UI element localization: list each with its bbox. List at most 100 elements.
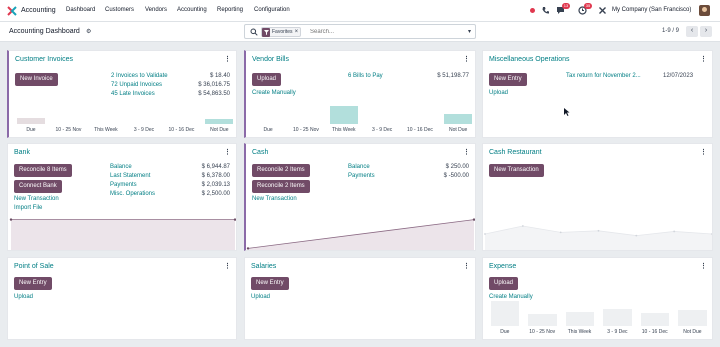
card-title[interactable]: Miscellaneous Operations (489, 56, 570, 63)
control-panel: Accounting Dashboard ⚙ Favorites × ▾ 1-9… (0, 22, 720, 42)
graph-label: 10 - 16 Dec (641, 329, 668, 335)
unpaid-invoices-link[interactable]: 72 Unpaid Invoices (111, 82, 162, 88)
filter-icon (262, 27, 270, 37)
graph-bar[interactable] (640, 313, 669, 326)
messages-badge: 13 (562, 3, 570, 9)
activities-badge: 35 (584, 3, 592, 9)
card-options-icon[interactable]: ⋮ (463, 262, 470, 270)
graph-area (485, 226, 712, 250)
graph-label: 10 - 25 Nov (293, 127, 319, 133)
card-options-icon[interactable]: ⋮ (463, 55, 470, 63)
top-navbar: Accounting Dashboard Customers Vendors A… (0, 0, 720, 22)
graph-bar[interactable] (443, 114, 473, 124)
graph-point[interactable] (597, 229, 600, 232)
remove-facet-icon[interactable]: × (295, 29, 301, 35)
graph-bar[interactable] (329, 106, 359, 124)
apps-menu-icon[interactable] (7, 6, 17, 16)
search-options-toggle-icon[interactable]: ▾ (468, 28, 471, 35)
graph-bar[interactable] (678, 310, 707, 326)
create-manually-link[interactable]: Create Manually (489, 294, 533, 300)
graph-area (11, 219, 235, 250)
graph-point[interactable] (521, 225, 524, 227)
graph-label: 3 - 9 Dec (372, 127, 393, 133)
invoices-to-validate-link[interactable]: 2 Invoices to Validate (111, 73, 168, 79)
card-options-icon[interactable]: ⋮ (224, 55, 231, 63)
graph-point[interactable] (711, 233, 713, 235)
graph-label: Not Due (449, 127, 468, 133)
new-entry-button[interactable]: New Entry (251, 277, 289, 290)
card-options-icon[interactable]: ⋮ (224, 262, 231, 270)
search-input[interactable] (310, 27, 460, 37)
bills-to-pay-amount: $ 51,198.77 (437, 73, 469, 79)
facet-label: Favorites (272, 29, 293, 35)
upload-button[interactable]: Upload (489, 277, 519, 290)
pager-next-button[interactable]: › (700, 26, 712, 37)
card-title[interactable]: Point of Sale (14, 263, 54, 270)
phone-icon[interactable] (541, 6, 550, 15)
entry-link[interactable]: Tax return for November 2... (566, 73, 641, 79)
graph-point[interactable] (246, 247, 250, 250)
new-entry-button[interactable]: New Entry (489, 73, 527, 86)
app-name[interactable]: Accounting (21, 7, 56, 14)
menu-dashboard[interactable]: Dashboard (66, 7, 95, 13)
card-title[interactable]: Vendor Bills (252, 56, 289, 63)
graph-point[interactable] (673, 230, 676, 233)
cash-card: Cash ⋮ Reconcile 2 Items Reconcile 2 Ite… (244, 143, 476, 251)
bank-balance-graph[interactable] (8, 144, 237, 251)
graph-label: 10 - 16 Dec (407, 127, 433, 133)
pager-value[interactable]: 1-9 / 9 (662, 28, 679, 34)
cash-balance-graph[interactable] (246, 144, 476, 251)
graph-point[interactable] (472, 218, 475, 221)
graph-point[interactable] (233, 218, 236, 221)
graph-bar[interactable] (603, 309, 632, 326)
upload-link[interactable]: Upload (14, 294, 33, 300)
new-entry-button[interactable]: New Entry (14, 277, 52, 290)
graph-label: 3 - 9 Dec (133, 127, 155, 133)
tools-icon[interactable] (598, 6, 607, 15)
card-title[interactable]: Expense (489, 263, 516, 270)
card-title[interactable]: Customer Invoices (15, 56, 73, 63)
search-bar[interactable]: Favorites × ▾ (244, 24, 476, 39)
menu-configuration[interactable]: Configuration (254, 7, 290, 13)
graph-point[interactable] (484, 233, 486, 235)
upload-link[interactable]: Upload (489, 90, 508, 96)
status-dot-icon (530, 8, 535, 13)
upload-button[interactable]: Upload (252, 73, 282, 86)
new-invoice-button[interactable]: New Invoice (15, 73, 58, 86)
card-options-icon[interactable]: ⋮ (700, 55, 707, 63)
graph-point[interactable] (559, 231, 562, 234)
graph-bar[interactable] (204, 119, 234, 124)
graph-label: 10 - 25 Nov (55, 127, 82, 133)
menu-customers[interactable]: Customers (105, 7, 134, 13)
graph-bar[interactable] (16, 117, 46, 124)
late-invoices-link[interactable]: 45 Late Invoices (111, 91, 155, 97)
graph-bar[interactable] (565, 311, 594, 326)
graph-point[interactable] (635, 234, 638, 237)
graph-label: Due (26, 127, 36, 133)
bills-to-pay-link[interactable]: 6 Bills to Pay (348, 73, 383, 79)
menu-vendors[interactable]: Vendors (145, 7, 167, 13)
expense-card: Expense ⋮ Upload Create Manually Due 10 -… (482, 257, 713, 340)
graph-point[interactable] (9, 218, 13, 221)
mouse-cursor-icon (564, 108, 570, 116)
graph-bar[interactable] (490, 301, 519, 326)
point-of-sale-card: Point of Sale ⋮ New Entry Upload (7, 257, 237, 340)
menu-accounting[interactable]: Accounting (177, 7, 207, 13)
cash-restaurant-graph[interactable] (483, 144, 713, 251)
card-title[interactable]: Salaries (251, 263, 276, 270)
upload-link[interactable]: Upload (251, 294, 270, 300)
graph-label: 10 - 25 Nov (529, 329, 556, 335)
graph-bar[interactable] (528, 314, 557, 326)
menu-reporting[interactable]: Reporting (217, 7, 243, 13)
late-invoices-amount: $ 54,863.50 (198, 91, 230, 97)
user-avatar[interactable] (699, 5, 710, 16)
filter-facet[interactable]: Favorites × (261, 27, 302, 37)
create-manually-link[interactable]: Create Manually (252, 90, 296, 96)
gear-icon[interactable]: ⚙ (86, 28, 91, 35)
graph-label: Due (500, 329, 510, 335)
company-switcher[interactable]: My Company (San Francisco) (612, 7, 691, 13)
pager-previous-button[interactable]: ‹ (686, 26, 698, 37)
vendor-bills-card: Vendor Bills ⋮ Upload Create Manually 6 … (244, 50, 476, 138)
card-options-icon[interactable]: ⋮ (700, 262, 707, 270)
entry-date: 12/07/2023 (663, 73, 694, 79)
